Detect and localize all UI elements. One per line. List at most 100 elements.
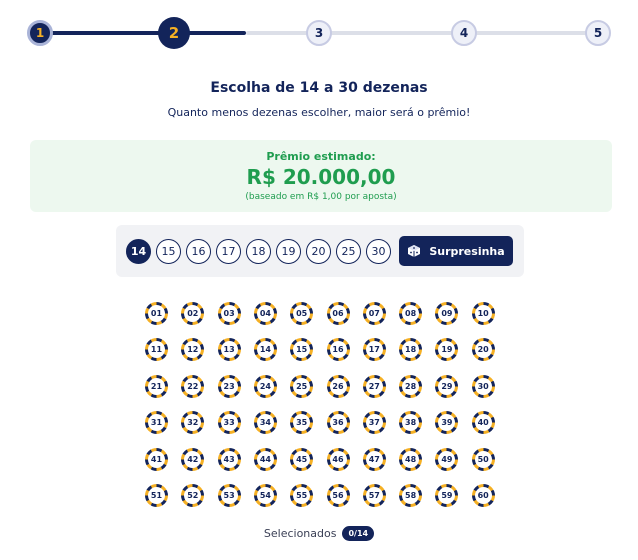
number-ball[interactable]: 38 xyxy=(399,411,423,435)
number-ball[interactable]: 59 xyxy=(435,484,459,507)
number-ball[interactable]: 33 xyxy=(217,411,241,435)
number-ball-label: 03 xyxy=(220,305,238,322)
prize-value: R$ 20.000,00 xyxy=(246,165,396,189)
number-ball-label: 46 xyxy=(329,450,347,468)
quantity-option-15[interactable]: 15 xyxy=(156,239,181,264)
number-ball[interactable]: 47 xyxy=(362,447,386,471)
number-ball[interactable]: 06 xyxy=(326,302,350,325)
number-ball-label: 60 xyxy=(474,487,492,504)
quantity-option-30[interactable]: 30 xyxy=(366,239,391,264)
number-ball[interactable]: 50 xyxy=(471,447,495,471)
number-ball-label: 39 xyxy=(438,414,456,432)
quantity-option-25[interactable]: 25 xyxy=(336,239,361,264)
number-ball[interactable]: 41 xyxy=(145,447,168,471)
number-ball-label: 36 xyxy=(329,414,347,432)
number-ball[interactable]: 36 xyxy=(326,411,350,435)
number-ball[interactable]: 27 xyxy=(362,374,386,398)
number-ball-label: 20 xyxy=(474,341,492,359)
number-ball[interactable]: 09 xyxy=(435,302,459,325)
surprise-button[interactable]: Surpresinha xyxy=(399,236,513,266)
number-ball[interactable]: 20 xyxy=(471,338,495,362)
number-ball[interactable]: 14 xyxy=(253,338,277,362)
number-ball[interactable]: 57 xyxy=(362,484,386,507)
step-3[interactable]: 3 xyxy=(306,20,332,46)
number-ball-label: 06 xyxy=(329,305,347,322)
step-4[interactable]: 4 xyxy=(451,20,477,46)
number-ball[interactable]: 11 xyxy=(145,338,168,362)
number-ball[interactable]: 22 xyxy=(181,374,205,398)
number-ball[interactable]: 26 xyxy=(326,374,350,398)
quantity-option-16[interactable]: 16 xyxy=(186,239,211,264)
number-ball[interactable]: 07 xyxy=(362,302,386,325)
number-ball[interactable]: 28 xyxy=(399,374,423,398)
number-ball[interactable]: 39 xyxy=(435,411,459,435)
number-ball[interactable]: 24 xyxy=(253,374,277,398)
number-ball[interactable]: 55 xyxy=(290,484,314,507)
selection-summary: Selecionados 0/14 xyxy=(0,526,638,541)
step-5[interactable]: 5 xyxy=(585,20,611,46)
quantity-option-20[interactable]: 20 xyxy=(306,239,331,264)
number-ball[interactable]: 31 xyxy=(145,411,168,435)
quantity-picker: 14 15 16 17 18 19 20 25 30 Surpresinha xyxy=(116,225,524,277)
number-ball[interactable]: 21 xyxy=(145,374,168,398)
number-ball-label: 22 xyxy=(184,377,202,395)
number-ball[interactable]: 29 xyxy=(435,374,459,398)
number-ball-label: 40 xyxy=(474,414,492,432)
prize-note: (baseado em R$ 1,00 por aposta) xyxy=(245,192,397,202)
quantity-option-14[interactable]: 14 xyxy=(126,239,151,264)
quantity-option-18[interactable]: 18 xyxy=(246,239,271,264)
number-ball[interactable]: 08 xyxy=(399,302,423,325)
number-ball[interactable]: 15 xyxy=(290,338,314,362)
number-ball[interactable]: 04 xyxy=(253,302,277,325)
number-ball[interactable]: 05 xyxy=(290,302,314,325)
number-ball[interactable]: 44 xyxy=(253,447,277,471)
number-ball-label: 42 xyxy=(184,450,202,468)
number-ball[interactable]: 43 xyxy=(217,447,241,471)
number-ball[interactable]: 45 xyxy=(290,447,314,471)
number-ball[interactable]: 35 xyxy=(290,411,314,435)
number-ball[interactable]: 48 xyxy=(399,447,423,471)
number-ball-label: 54 xyxy=(256,487,274,504)
number-ball-label: 57 xyxy=(365,487,383,504)
number-ball[interactable]: 58 xyxy=(399,484,423,507)
number-ball-label: 59 xyxy=(438,487,456,504)
prize-label: Prêmio estimado: xyxy=(266,150,376,163)
number-ball[interactable]: 10 xyxy=(471,302,495,325)
number-ball-label: 02 xyxy=(184,305,202,322)
number-ball[interactable]: 25 xyxy=(290,374,314,398)
number-ball[interactable]: 02 xyxy=(181,302,205,325)
number-ball-label: 43 xyxy=(220,450,238,468)
number-ball[interactable]: 42 xyxy=(181,447,205,471)
step-1[interactable]: 1 xyxy=(27,20,53,46)
quantity-option-17[interactable]: 17 xyxy=(216,239,241,264)
number-ball[interactable]: 34 xyxy=(253,411,277,435)
number-ball[interactable]: 51 xyxy=(145,484,168,507)
number-ball[interactable]: 16 xyxy=(326,338,350,362)
number-ball[interactable]: 54 xyxy=(253,484,277,507)
number-ball[interactable]: 19 xyxy=(435,338,459,362)
number-ball[interactable]: 32 xyxy=(181,411,205,435)
number-ball[interactable]: 56 xyxy=(326,484,350,507)
number-ball[interactable]: 46 xyxy=(326,447,350,471)
number-ball[interactable]: 03 xyxy=(217,302,241,325)
number-ball[interactable]: 53 xyxy=(217,484,241,507)
number-ball[interactable]: 12 xyxy=(181,338,205,362)
number-ball-label: 50 xyxy=(474,450,492,468)
number-ball[interactable]: 40 xyxy=(471,411,495,435)
number-ball[interactable]: 23 xyxy=(217,374,241,398)
number-ball[interactable]: 49 xyxy=(435,447,459,471)
number-ball[interactable]: 01 xyxy=(145,302,168,325)
step-2[interactable]: 2 xyxy=(158,17,190,49)
number-ball[interactable]: 18 xyxy=(399,338,423,362)
number-ball-label: 38 xyxy=(402,414,420,432)
stepper-track-completed xyxy=(40,31,246,35)
number-ball[interactable]: 52 xyxy=(181,484,205,507)
number-ball-label: 04 xyxy=(256,305,274,322)
number-ball[interactable]: 37 xyxy=(362,411,386,435)
number-ball[interactable]: 13 xyxy=(217,338,241,362)
number-ball-label: 14 xyxy=(256,341,274,359)
number-ball[interactable]: 17 xyxy=(362,338,386,362)
quantity-option-19[interactable]: 19 xyxy=(276,239,301,264)
number-ball[interactable]: 30 xyxy=(471,374,495,398)
number-ball[interactable]: 60 xyxy=(471,484,495,507)
